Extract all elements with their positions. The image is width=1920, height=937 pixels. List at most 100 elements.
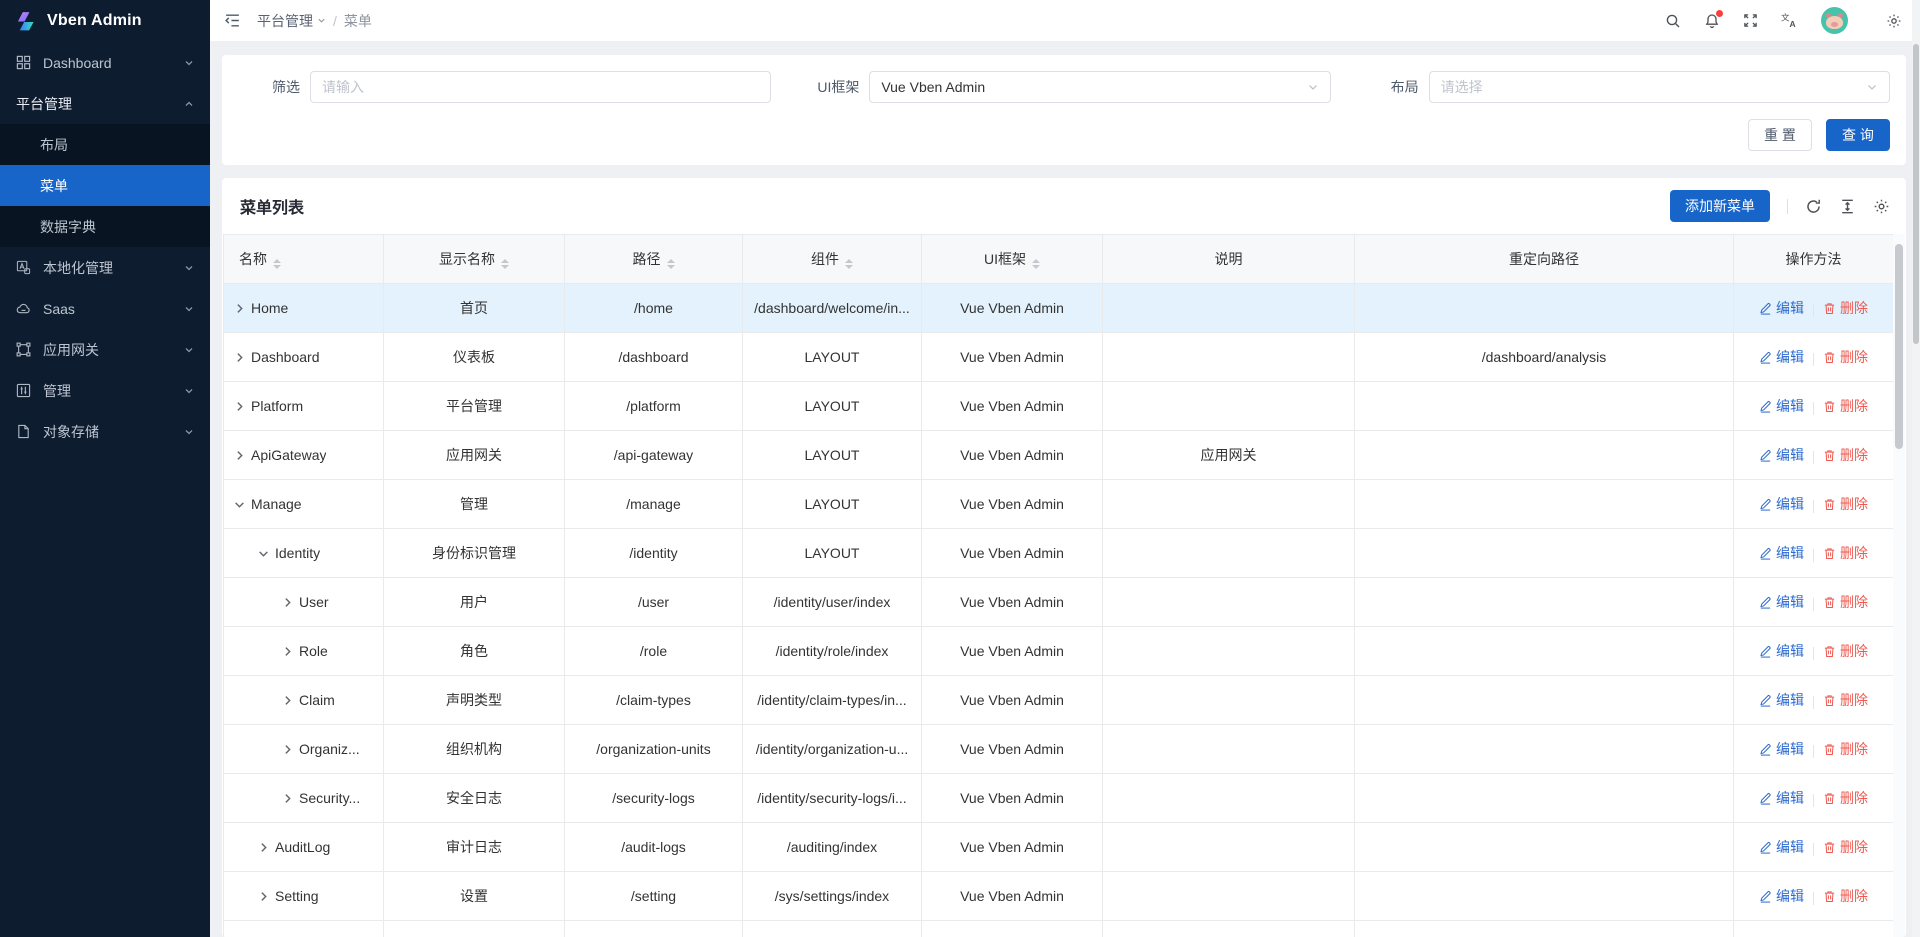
sidebar-item-manage[interactable]: 管理	[0, 370, 210, 411]
sidebar-item-saas[interactable]: Saas	[0, 288, 210, 329]
sidebar-item-data-dict[interactable]: 数据字典	[0, 206, 210, 247]
table-row[interactable]: AuditLog审计日志/audit-logs/auditing/indexVu…	[224, 823, 1894, 872]
delete-button[interactable]: 删除	[1823, 347, 1868, 367]
sidebar-item-platform[interactable]: 平台管理	[0, 83, 210, 124]
table-scrollbar-thumb[interactable]	[1895, 244, 1903, 449]
column-header-2[interactable]: 显示名称	[384, 235, 565, 284]
tree-expand-icon[interactable]	[234, 450, 245, 461]
delete-button[interactable]: 删除	[1823, 592, 1868, 612]
delete-button[interactable]: 删除	[1823, 298, 1868, 318]
sort-carets-icon[interactable]	[1032, 259, 1040, 269]
edit-button[interactable]: 编辑	[1759, 592, 1804, 612]
delete-button[interactable]: 删除	[1823, 837, 1868, 857]
tree-expand-icon[interactable]	[282, 793, 293, 804]
framework-select[interactable]: Vue Vben Admin	[869, 71, 1330, 103]
column-header-1[interactable]: 名称	[224, 235, 384, 284]
layout-select[interactable]: 请选择	[1429, 71, 1890, 103]
column-header-4[interactable]: 组件	[743, 235, 922, 284]
sidebar-item-menu[interactable]: 菜单	[0, 165, 210, 206]
page-scrollbar-thumb[interactable]	[1913, 44, 1919, 344]
edit-button[interactable]: 编辑	[1759, 347, 1804, 367]
delete-button[interactable]: 删除	[1823, 886, 1868, 906]
tree-expand-icon[interactable]	[282, 744, 293, 755]
table-row[interactable]: Claim声明类型/claim-types/identity/claim-typ…	[224, 676, 1894, 725]
reset-button[interactable]: 重 置	[1748, 119, 1812, 151]
sort-carets-icon[interactable]	[501, 259, 509, 269]
edit-button[interactable]: 编辑	[1759, 739, 1804, 759]
delete-button[interactable]: 删除	[1823, 494, 1868, 514]
settings-gear-icon[interactable]	[1886, 13, 1902, 29]
tree-expand-icon[interactable]	[282, 597, 293, 608]
table-settings-gear-icon[interactable]	[1873, 198, 1890, 215]
tree-expand-icon[interactable]	[282, 695, 293, 706]
add-menu-button[interactable]: 添加新菜单	[1670, 190, 1770, 222]
edit-button[interactable]: 编辑	[1759, 298, 1804, 318]
edit-button[interactable]: 编辑	[1759, 494, 1804, 514]
translate-icon[interactable]: 文 A	[1781, 12, 1798, 29]
delete-button[interactable]: 删除	[1823, 396, 1868, 416]
edit-button[interactable]: 编辑	[1759, 886, 1804, 906]
edit-button[interactable]: 编辑	[1759, 837, 1804, 857]
table-row[interactable]: Identity身份标识管理/identityLAYOUTVue Vben Ad…	[224, 529, 1894, 578]
tree-collapse-icon[interactable]	[234, 499, 245, 510]
filter-input[interactable]	[322, 72, 759, 102]
breadcrumb-parent[interactable]: 平台管理	[257, 11, 326, 31]
row-height-icon[interactable]	[1839, 198, 1856, 215]
notification-bell-icon[interactable]	[1704, 13, 1720, 29]
sidebar-item-api-gateway[interactable]: 应用网关	[0, 329, 210, 370]
table-row[interactable]: Role角色/role/identity/role/indexVue Vben …	[224, 627, 1894, 676]
table-row[interactable]: ApiGateway应用网关/api-gatewayLAYOUTVue Vben…	[224, 431, 1894, 480]
tree-collapse-icon[interactable]	[258, 548, 269, 559]
delete-button[interactable]: 删除	[1823, 739, 1868, 759]
tree-expand-icon[interactable]	[234, 401, 245, 412]
edit-button[interactable]: 编辑	[1759, 788, 1804, 808]
filter-field: 筛选	[238, 71, 771, 103]
table-row[interactable]: Home首页/home/dashboard/welcome/in...Vue V…	[224, 284, 1894, 333]
cell-actions: 编辑删除	[1734, 872, 1894, 921]
edit-label: 编辑	[1776, 886, 1804, 906]
sort-carets-icon[interactable]	[273, 259, 281, 269]
edit-button[interactable]: 编辑	[1759, 690, 1804, 710]
tree-expand-icon[interactable]	[282, 646, 293, 657]
sort-carets-icon[interactable]	[845, 259, 853, 269]
sidebar-item-object-storage[interactable]: 对象存储	[0, 411, 210, 452]
column-header-5[interactable]: UI框架	[922, 235, 1103, 284]
refresh-icon[interactable]	[1805, 198, 1822, 215]
delete-button[interactable]: 删除	[1823, 641, 1868, 661]
sidebar-item-localization[interactable]: 本地化管理	[0, 247, 210, 288]
edit-button[interactable]: 编辑	[1759, 445, 1804, 465]
menu-fold-icon[interactable]	[224, 12, 241, 29]
table-row[interactable]: Platform平台管理/platformLAYOUTVue Vben Admi…	[224, 382, 1894, 431]
cell-ui-framework: Vue Vben Admin	[922, 382, 1103, 431]
tree-expand-icon[interactable]	[258, 842, 269, 853]
action-divider	[1813, 696, 1814, 709]
sidebar-item-dashboard[interactable]: Dashboard	[0, 42, 210, 83]
sidebar-item-layout[interactable]: 布局	[0, 124, 210, 165]
user-avatar[interactable]	[1821, 7, 1848, 34]
tree-expand-icon[interactable]	[258, 891, 269, 902]
delete-button[interactable]: 删除	[1823, 690, 1868, 710]
table-row[interactable]: User用户/user/identity/user/indexVue Vben …	[224, 578, 1894, 627]
cell-display-name: 组织机构	[384, 725, 565, 774]
tree-expand-icon[interactable]	[234, 303, 245, 314]
edit-button[interactable]: 编辑	[1759, 543, 1804, 563]
table-row[interactable]: Security...安全日志/security-logs/identity/s…	[224, 774, 1894, 823]
sort-carets-icon[interactable]	[667, 259, 675, 269]
edit-button[interactable]: 编辑	[1759, 641, 1804, 661]
table-row[interactable]: Organiz...组织机构/organization-units/identi…	[224, 725, 1894, 774]
cell-ui-framework: Vue Vben Admin	[922, 872, 1103, 921]
table-row[interactable]: Setting设置/setting/sys/settings/indexVue …	[224, 872, 1894, 921]
app-logo[interactable]: Vben Admin	[0, 0, 210, 42]
table-toolbar: 菜单列表 添加新菜单	[222, 178, 1906, 234]
tree-expand-icon[interactable]	[234, 352, 245, 363]
delete-button[interactable]: 删除	[1823, 543, 1868, 563]
table-row[interactable]: Manage管理/manageLAYOUTVue Vben Admin编辑删除	[224, 480, 1894, 529]
fullscreen-icon[interactable]	[1743, 13, 1758, 28]
delete-button[interactable]: 删除	[1823, 788, 1868, 808]
delete-button[interactable]: 删除	[1823, 445, 1868, 465]
search-button[interactable]: 查 询	[1826, 119, 1890, 151]
edit-button[interactable]: 编辑	[1759, 396, 1804, 416]
search-icon[interactable]	[1665, 13, 1681, 29]
column-header-3[interactable]: 路径	[565, 235, 743, 284]
table-row[interactable]: Dashboard仪表板/dashboardLAYOUTVue Vben Adm…	[224, 333, 1894, 382]
